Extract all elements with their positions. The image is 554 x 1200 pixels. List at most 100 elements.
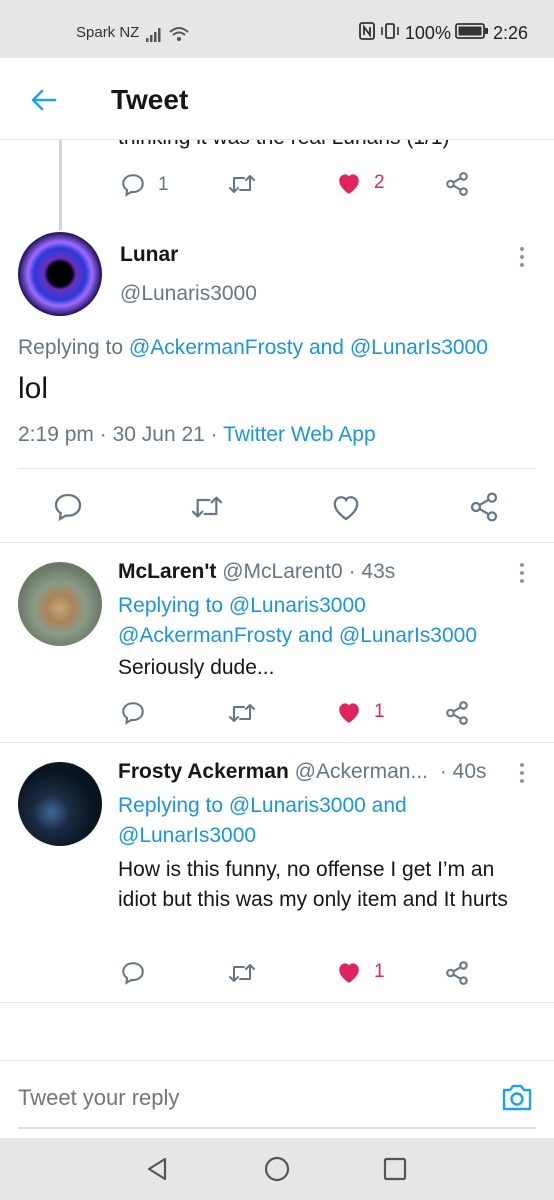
replying-prefix: Replying to	[118, 594, 224, 617]
author-handle[interactable]: @Ackerman...	[295, 760, 428, 783]
reply-text: How is this funny, no offense I get I’m …	[118, 858, 508, 911]
replying-to: Replying to @AckermanFrosty and @LunarIs…	[18, 336, 488, 360]
author-handle[interactable]: @Lunaris3000	[120, 282, 257, 306]
retweet-icon	[229, 175, 255, 193]
clock-time: 2:26	[492, 23, 528, 43]
nav-back-button[interactable]	[144, 1156, 170, 1187]
author-handle[interactable]: @McLarent0	[222, 560, 343, 583]
avatar[interactable]	[18, 562, 102, 646]
system-navigation-bar	[0, 1138, 554, 1200]
reply-input[interactable]	[18, 1085, 488, 1111]
share-icon	[446, 701, 468, 725]
tweet-source[interactable]: Twitter Web App	[223, 423, 376, 446]
retweet-button[interactable]	[228, 172, 256, 196]
divider	[0, 742, 554, 743]
share-icon	[446, 172, 468, 196]
author-name[interactable]: McLaren't	[118, 560, 216, 583]
like-count: 1	[374, 701, 385, 722]
reply-icon	[122, 962, 144, 985]
square-recents-icon	[383, 1157, 407, 1181]
reply-button[interactable]: 1	[120, 172, 169, 198]
mention-link[interactable]: @Lunaris3000	[229, 794, 366, 817]
like-button[interactable]: 1	[336, 960, 385, 984]
replying-prefix: Replying to	[18, 336, 124, 359]
divider	[0, 1002, 554, 1003]
mention-link[interactable]: @AckermanFrosty	[129, 336, 303, 359]
author-name[interactable]: Lunar	[120, 243, 178, 267]
reply-header: McLaren't @McLarent0 · 43s	[118, 560, 395, 584]
page-title: Tweet	[111, 84, 189, 115]
share-button[interactable]	[468, 491, 500, 523]
tweet-date: 30 Jun 21	[112, 423, 205, 446]
meta-dot: ·	[210, 423, 218, 446]
reply-icon	[122, 174, 144, 197]
mention-link[interactable]: @LunarIs3000	[118, 824, 256, 847]
avatar[interactable]	[18, 232, 102, 316]
back-button[interactable]	[24, 80, 64, 120]
mention-link[interactable]: @LunarIs3000	[350, 336, 488, 359]
signal-wifi-icon	[144, 24, 190, 49]
heart-filled-icon	[339, 963, 359, 983]
top-app-bar: Tweet	[0, 58, 554, 140]
share-button[interactable]	[444, 960, 470, 986]
mention-link[interactable]: @Lunaris3000	[229, 594, 366, 617]
retweet-button[interactable]	[190, 493, 224, 521]
share-icon	[470, 492, 498, 522]
like-button[interactable]: 2	[336, 171, 385, 195]
more-options-icon[interactable]	[517, 763, 527, 783]
retweet-icon	[191, 496, 223, 518]
retweet-button[interactable]	[228, 701, 256, 725]
like-button[interactable]: 1	[336, 700, 385, 724]
triangle-back-icon	[147, 1157, 167, 1181]
reply-button[interactable]	[52, 491, 84, 523]
share-icon	[446, 961, 468, 985]
nav-recents-button[interactable]	[383, 1157, 407, 1186]
reply-time: · 40s	[439, 760, 487, 783]
nfc-icon	[359, 22, 375, 45]
battery-percent: 100%	[404, 23, 451, 43]
more-options-icon[interactable]	[517, 563, 527, 583]
reply-composer	[0, 1060, 554, 1138]
carrier-name: Spark NZ	[76, 24, 140, 41]
status-right: 100% 2:26	[359, 22, 528, 45]
back-arrow-icon	[31, 89, 57, 111]
reply-icon	[54, 493, 82, 522]
heart-outline-icon	[333, 496, 359, 521]
author-name[interactable]: Frosty Ackerman	[118, 760, 289, 783]
replying-and: and	[371, 794, 407, 817]
like-count: 1	[374, 961, 385, 982]
vibrate-icon	[379, 22, 401, 45]
heart-filled-icon	[339, 174, 359, 194]
tweet-time: 2:19 pm	[18, 423, 94, 446]
reply-icon	[122, 702, 144, 725]
retweet-icon	[229, 964, 255, 982]
reply-header: Frosty Ackerman @Ackerman... · 40s	[118, 760, 487, 784]
reply-button[interactable]	[120, 960, 146, 986]
tweet-text: lol	[18, 372, 49, 405]
mention-link[interactable]: @AckermanFrosty	[118, 624, 292, 647]
share-button[interactable]	[444, 700, 470, 726]
camera-icon	[502, 1084, 532, 1111]
replying-and: and	[298, 624, 334, 647]
retweet-button[interactable]	[228, 961, 256, 985]
reply-text: Seriously dude...	[118, 656, 275, 679]
replying-and: and	[308, 336, 344, 359]
replying-to: Replying to @Lunaris3000 and @LunarIs300…	[118, 791, 538, 851]
divider	[18, 468, 536, 469]
retweet-icon	[229, 704, 255, 722]
divider	[0, 542, 554, 543]
like-count: 2	[374, 172, 385, 193]
avatar[interactable]	[18, 762, 102, 846]
like-button[interactable]	[330, 492, 362, 522]
camera-button[interactable]	[500, 1081, 534, 1118]
mention-link[interactable]: @LunarIs3000	[339, 624, 477, 647]
meta-dot: ·	[99, 423, 107, 446]
status-bar: Spark NZ 100% 2:26	[0, 0, 554, 58]
reply-underline	[18, 1127, 536, 1129]
nav-home-button[interactable]	[264, 1156, 290, 1187]
share-button[interactable]	[444, 171, 470, 197]
reply-button[interactable]	[120, 700, 146, 726]
reply-time: · 43s	[348, 560, 396, 583]
more-options-icon[interactable]	[517, 247, 527, 267]
replying-prefix: Replying to	[118, 794, 224, 817]
